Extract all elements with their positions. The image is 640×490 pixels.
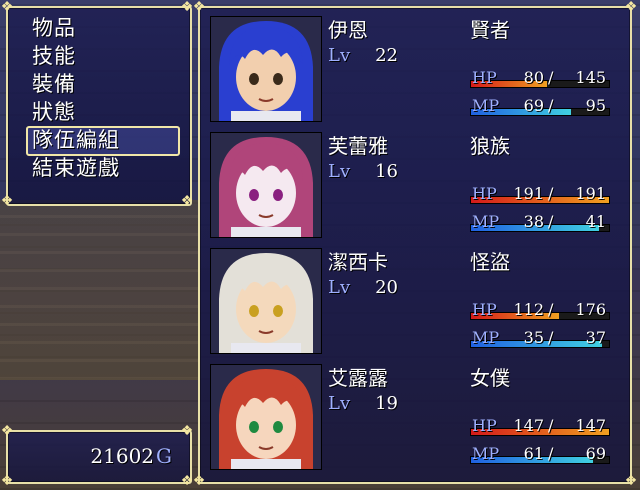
ornament-icon: ❖ bbox=[624, 473, 638, 489]
level-value: 16 bbox=[375, 161, 398, 182]
hp-current: 147 bbox=[513, 416, 544, 435]
mp-max: 69 bbox=[585, 444, 606, 463]
level-label: Lv bbox=[328, 161, 351, 182]
hp-gauge: HP 80 / 145 bbox=[470, 66, 612, 90]
party-member[interactable]: 芙蕾雅 Lv 16 狼族 HP 191 / 191 MP 38 / 41 bbox=[200, 128, 640, 240]
mp-label: MP bbox=[472, 444, 500, 463]
mp-separator: / bbox=[548, 444, 554, 463]
member-class: 怪盜 bbox=[470, 250, 510, 274]
hp-current: 80 bbox=[523, 68, 544, 87]
menu-item-items[interactable]: 物品 bbox=[32, 14, 76, 42]
character-portrait bbox=[210, 132, 322, 238]
party-member[interactable]: 艾露露 Lv 19 女僕 HP 147 / 147 MP 61 / 69 bbox=[200, 360, 640, 472]
mp-gauge: MP 35 / 37 bbox=[470, 326, 612, 350]
mp-separator: / bbox=[548, 96, 554, 115]
hp-max: 176 bbox=[575, 300, 606, 319]
member-name: 芙蕾雅 bbox=[328, 134, 388, 158]
menu-item-skills[interactable]: 技能 bbox=[32, 42, 76, 70]
ornament-icon: ❖ bbox=[0, 473, 14, 489]
mp-gauge: MP 69 / 95 bbox=[470, 94, 612, 118]
hp-current: 191 bbox=[513, 184, 544, 203]
mp-gauge: MP 61 / 69 bbox=[470, 442, 612, 466]
mp-max: 41 bbox=[585, 212, 606, 231]
hp-gauge: HP 147 / 147 bbox=[470, 414, 612, 438]
mp-separator: / bbox=[548, 212, 554, 231]
ornament-icon: ❖ bbox=[192, 0, 206, 15]
gold-window: 21602 G bbox=[6, 430, 192, 484]
member-class: 女僕 bbox=[470, 366, 510, 390]
hp-max: 145 bbox=[575, 68, 606, 87]
mp-label: MP bbox=[472, 212, 500, 231]
party-member[interactable]: 伊恩 Lv 22 賢者 HP 80 / 145 MP 69 / 95 bbox=[200, 12, 640, 124]
character-portrait bbox=[210, 16, 322, 122]
mp-max: 95 bbox=[585, 96, 606, 115]
hp-separator: / bbox=[548, 68, 554, 87]
hp-label: HP bbox=[472, 300, 497, 319]
character-portrait bbox=[210, 248, 322, 354]
ornament-icon: ❖ bbox=[180, 423, 194, 439]
member-class: 賢者 bbox=[470, 18, 510, 42]
hp-label: HP bbox=[472, 68, 497, 87]
mp-current: 61 bbox=[523, 444, 544, 463]
mp-label: MP bbox=[472, 328, 500, 347]
mp-current: 69 bbox=[523, 96, 544, 115]
mp-label: MP bbox=[472, 96, 500, 115]
hp-current: 112 bbox=[513, 300, 544, 319]
mp-max: 37 bbox=[585, 328, 606, 347]
level-value: 20 bbox=[375, 277, 398, 298]
member-name: 伊恩 bbox=[328, 18, 368, 42]
member-class: 狼族 bbox=[470, 134, 510, 158]
hp-label: HP bbox=[472, 416, 497, 435]
mp-current: 38 bbox=[523, 212, 544, 231]
level-value: 19 bbox=[375, 393, 398, 414]
hp-gauge: HP 112 / 176 bbox=[470, 298, 612, 322]
member-name: 艾露露 bbox=[328, 366, 388, 390]
level-value: 22 bbox=[375, 45, 398, 66]
ornament-icon: ❖ bbox=[192, 473, 206, 489]
party-status-window: 伊恩 Lv 22 賢者 HP 80 / 145 MP 69 / 95 芙蕾雅 L… bbox=[198, 6, 632, 484]
mp-separator: / bbox=[548, 328, 554, 347]
hp-max: 147 bbox=[575, 416, 606, 435]
hp-separator: / bbox=[548, 416, 554, 435]
gold-amount: 21602 bbox=[90, 444, 155, 468]
ornament-icon: ❖ bbox=[624, 0, 638, 15]
level-label: Lv bbox=[328, 277, 351, 298]
mp-gauge: MP 38 / 41 bbox=[470, 210, 612, 234]
character-portrait bbox=[210, 364, 322, 470]
hp-label: HP bbox=[472, 184, 497, 203]
game-scene: 物品 技能 裝備 狀態 隊伍編組 結束遊戲 ❖ ❖ ❖ ❖ 21602 G ❖ ❖… bbox=[0, 0, 640, 490]
ornament-icon: ❖ bbox=[0, 0, 14, 15]
ornament-icon: ❖ bbox=[0, 423, 14, 439]
level-label: Lv bbox=[328, 45, 351, 66]
background-floor bbox=[0, 200, 200, 380]
menu-item-party[interactable]: 隊伍編組 bbox=[32, 126, 120, 154]
level-label: Lv bbox=[328, 393, 351, 414]
gold-unit: G bbox=[156, 444, 172, 468]
hp-separator: / bbox=[548, 184, 554, 203]
menu-item-equip[interactable]: 裝備 bbox=[32, 70, 76, 98]
menu-item-status[interactable]: 狀態 bbox=[32, 98, 76, 126]
mp-current: 35 bbox=[523, 328, 544, 347]
hp-gauge: HP 191 / 191 bbox=[470, 182, 612, 206]
ornament-icon: ❖ bbox=[0, 193, 14, 209]
ornament-icon: ❖ bbox=[180, 193, 194, 209]
party-member[interactable]: 潔西卡 Lv 20 怪盜 HP 112 / 176 MP 35 / 37 bbox=[200, 244, 640, 356]
hp-max: 191 bbox=[575, 184, 606, 203]
member-name: 潔西卡 bbox=[328, 250, 388, 274]
menu-item-quit[interactable]: 結束遊戲 bbox=[32, 154, 120, 182]
hp-separator: / bbox=[548, 300, 554, 319]
command-menu-window: 物品 技能 裝備 狀態 隊伍編組 結束遊戲 bbox=[6, 6, 192, 206]
gold-display: 21602 G bbox=[90, 444, 172, 468]
